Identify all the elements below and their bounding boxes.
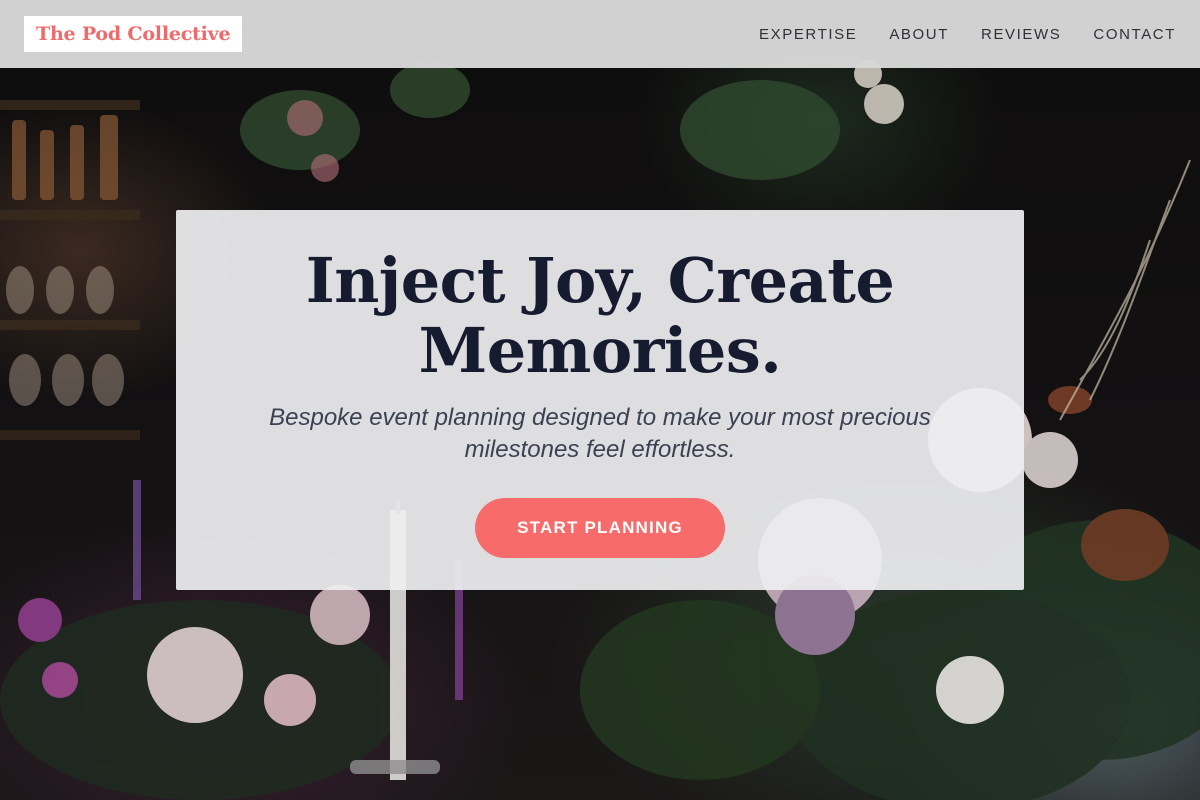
start-planning-button[interactable]: START PLANNING [475, 498, 725, 558]
nav-link-reviews[interactable]: REVIEWS [981, 26, 1061, 43]
nav-link-expertise[interactable]: EXPERTISE [759, 26, 857, 43]
nav-link-about[interactable]: ABOUT [889, 26, 949, 43]
top-navbar: The Pod Collective EXPERTISE ABOUT REVIE… [0, 0, 1200, 68]
nav-link-contact[interactable]: CONTACT [1093, 26, 1176, 43]
brand-logo[interactable]: The Pod Collective [24, 16, 243, 52]
hero-title: Inject Joy, Create Memories. [305, 244, 895, 387]
hero-card: Inject Joy, Create Memories. Bespoke eve… [176, 210, 1024, 590]
main-nav: EXPERTISE ABOUT REVIEWS CONTACT [759, 26, 1176, 43]
hero-subtitle: Bespoke event planning designed to make … [269, 404, 931, 463]
